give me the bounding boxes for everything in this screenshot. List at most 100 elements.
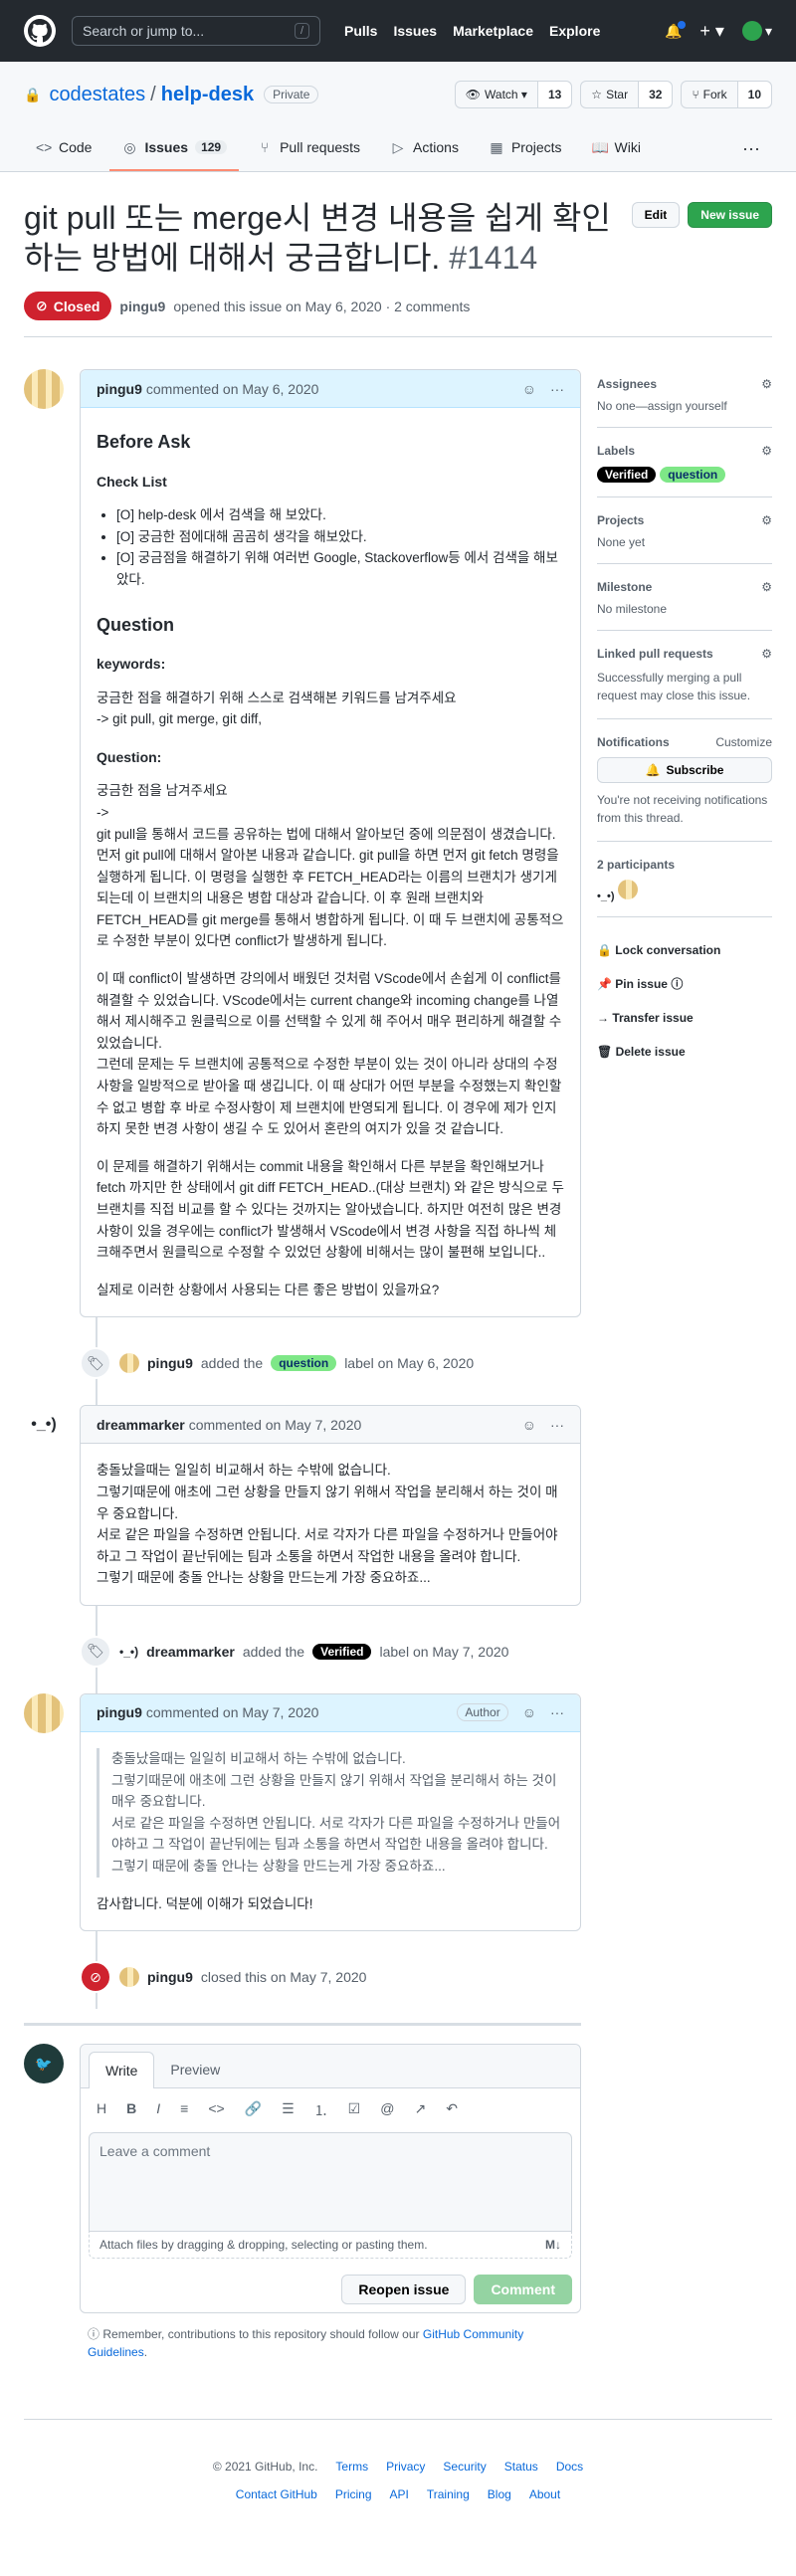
- italic-icon[interactable]: I: [156, 2100, 160, 2120]
- gear-icon[interactable]: ⚙: [761, 647, 772, 661]
- transfer-issue-action[interactable]: → Transfer issue: [597, 1001, 772, 1035]
- comment-date[interactable]: commented on May 7, 2020: [189, 1417, 362, 1433]
- bullet-list-icon[interactable]: ☰: [282, 2100, 295, 2120]
- search-input[interactable]: Search or jump to... /: [72, 16, 320, 46]
- footer-link[interactable]: API: [390, 2487, 409, 2501]
- nav-marketplace[interactable]: Marketplace: [453, 23, 533, 39]
- delete-issue-action[interactable]: 🗑 Delete issue: [597, 1035, 772, 1069]
- event-author[interactable]: pingu9: [147, 1969, 193, 1985]
- event-author[interactable]: dreammarker: [146, 1644, 235, 1660]
- footer-link[interactable]: Pricing: [335, 2487, 372, 2501]
- github-logo-icon[interactable]: [24, 15, 56, 47]
- avatar[interactable]: •_•): [597, 891, 614, 902]
- bold-icon[interactable]: B: [126, 2100, 136, 2120]
- footer-link[interactable]: Docs: [556, 2460, 583, 2474]
- tab-projects[interactable]: ▦ Projects: [477, 125, 574, 171]
- label-question[interactable]: question: [271, 1355, 337, 1372]
- fork-count[interactable]: 10: [736, 82, 771, 107]
- bell-icon[interactable]: 🔔: [665, 20, 687, 40]
- footer-link[interactable]: Terms: [335, 2460, 368, 2474]
- footer-link[interactable]: Blog: [488, 2487, 511, 2501]
- more-icon[interactable]: ···: [730, 125, 772, 171]
- comment-date[interactable]: commented on May 6, 2020: [146, 381, 319, 397]
- comment-author[interactable]: pingu9: [97, 381, 142, 397]
- comment-author[interactable]: pingu9: [97, 1704, 142, 1720]
- plus-dropdown-icon[interactable]: + ▾: [699, 21, 724, 42]
- kebab-icon[interactable]: ···: [550, 1417, 564, 1433]
- avatar[interactable]: 🐦: [24, 2044, 64, 2084]
- label-verified[interactable]: Verified: [597, 467, 657, 483]
- nav-issues[interactable]: Issues: [393, 23, 437, 39]
- reply-icon[interactable]: ↶: [446, 2100, 458, 2120]
- timeline-event: 🏷 •_•) dreammarker added the Verified la…: [80, 1635, 581, 1668]
- tab-code[interactable]: <> Code: [24, 125, 103, 171]
- quote-icon[interactable]: ≡: [180, 2100, 188, 2120]
- tab-issues[interactable]: ◎ Issues 129: [109, 125, 240, 171]
- avatar[interactable]: [24, 369, 64, 409]
- code-icon[interactable]: <>: [208, 2100, 224, 2120]
- star-count[interactable]: 32: [638, 82, 673, 107]
- link-icon[interactable]: 🔗: [245, 2100, 262, 2120]
- avatar[interactable]: [24, 1692, 64, 1733]
- footer-link[interactable]: Training: [427, 2487, 470, 2501]
- attach-files-area[interactable]: Attach files by dragging & dropping, sel…: [89, 2232, 572, 2260]
- watch-count[interactable]: 13: [536, 82, 572, 107]
- nav-pulls[interactable]: Pulls: [344, 23, 377, 39]
- mention-icon[interactable]: @: [380, 2100, 394, 2120]
- lock-conversation-action[interactable]: 🔒 Lock conversation: [597, 933, 772, 967]
- avatar[interactable]: [618, 880, 639, 899]
- event-author[interactable]: pingu9: [147, 1355, 193, 1371]
- gear-icon[interactable]: ⚙: [761, 513, 772, 527]
- smiley-icon[interactable]: ☺: [522, 1417, 536, 1433]
- footer-link[interactable]: Security: [443, 2460, 486, 2474]
- comment-button[interactable]: Comment: [474, 2275, 572, 2305]
- tab-preview[interactable]: Preview: [154, 2052, 236, 2087]
- user-avatar[interactable]: ▾: [741, 21, 772, 41]
- gear-icon[interactable]: ⚙: [761, 444, 772, 458]
- task-list-icon[interactable]: ☑: [348, 2100, 361, 2120]
- edit-button[interactable]: Edit: [631, 202, 681, 228]
- repo-name-link[interactable]: help-desk: [161, 84, 254, 106]
- subscribe-button[interactable]: 🔔 Subscribe: [597, 757, 772, 783]
- smiley-icon[interactable]: ☺: [522, 381, 536, 397]
- fork-button[interactable]: ⑂ Fork 10: [681, 81, 772, 108]
- nav-explore[interactable]: Explore: [549, 23, 600, 39]
- tab-actions[interactable]: ▷ Actions: [378, 125, 471, 171]
- tab-write[interactable]: Write: [89, 2052, 155, 2089]
- issue-author[interactable]: pingu9: [119, 298, 165, 314]
- label-verified[interactable]: Verified: [312, 1643, 372, 1660]
- gear-icon[interactable]: ⚙: [761, 377, 772, 391]
- avatar[interactable]: •_•): [24, 1405, 64, 1446]
- kebab-icon[interactable]: ···: [550, 1704, 564, 1720]
- customize-link[interactable]: Customize: [715, 735, 772, 749]
- watch-button[interactable]: 👁 Watch ▾ 13: [454, 81, 573, 108]
- footer-link[interactable]: Privacy: [386, 2460, 425, 2474]
- pin-issue-action[interactable]: 📌 Pin issue ⓘ: [597, 967, 772, 1001]
- tab-wiki[interactable]: 📖 Wiki: [580, 125, 653, 171]
- reopen-issue-button[interactable]: Reopen issue: [341, 2275, 467, 2305]
- star-button[interactable]: ☆ Star 32: [580, 81, 674, 108]
- footer-link[interactable]: Status: [504, 2460, 538, 2474]
- footer-link[interactable]: Contact GitHub: [236, 2487, 317, 2501]
- avatar[interactable]: [119, 1353, 139, 1374]
- footer-link[interactable]: About: [529, 2487, 560, 2501]
- new-issue-button[interactable]: New issue: [688, 202, 772, 228]
- label-question[interactable]: question: [660, 467, 726, 483]
- info-icon[interactable]: ⓘ: [671, 977, 683, 991]
- markdown-icon[interactable]: M↓: [545, 2238, 561, 2252]
- kebab-icon[interactable]: ···: [550, 381, 564, 397]
- comment-author[interactable]: dreammarker: [97, 1417, 185, 1433]
- numbered-list-icon[interactable]: ⒈: [314, 2100, 328, 2120]
- issue-number: #1414: [449, 240, 538, 276]
- heading-icon[interactable]: H: [97, 2100, 106, 2120]
- repo-owner-link[interactable]: codestates: [49, 84, 145, 106]
- smiley-icon[interactable]: ☺: [522, 1704, 536, 1720]
- avatar[interactable]: •_•): [119, 1645, 138, 1659]
- cross-reference-icon[interactable]: ↗: [414, 2100, 426, 2120]
- comment-textarea[interactable]: Leave a comment: [89, 2132, 572, 2233]
- assignees-value[interactable]: No one—assign yourself: [597, 399, 772, 413]
- avatar[interactable]: [119, 1967, 139, 1988]
- gear-icon[interactable]: ⚙: [761, 580, 772, 594]
- comment-date[interactable]: commented on May 7, 2020: [146, 1704, 319, 1720]
- tab-pull-requests[interactable]: ⑂ Pull requests: [245, 125, 372, 171]
